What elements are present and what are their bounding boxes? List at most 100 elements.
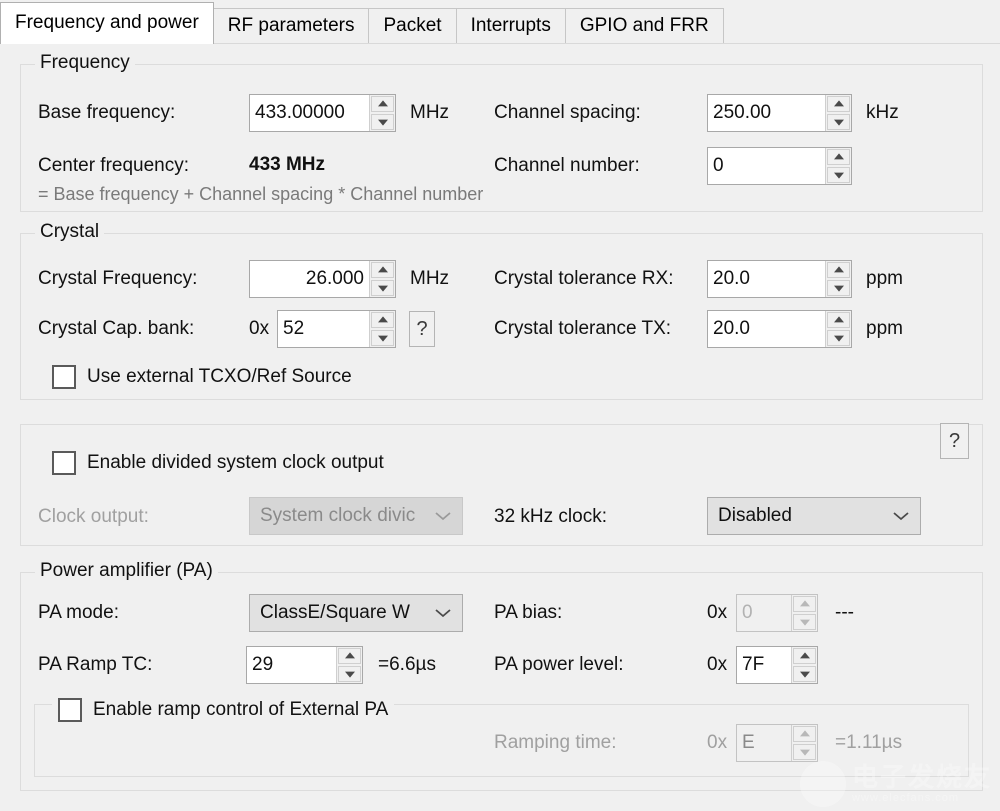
clock-output-select[interactable]: System clock divic [249,497,463,535]
tab-list: Frequency and power RF parameters Packet… [0,2,723,44]
enable-divided-clock-checkbox[interactable] [52,451,76,475]
channel-number-spin-buttons[interactable] [825,148,851,184]
crystal-tolerance-tx-label: Crystal tolerance TX: [494,319,671,339]
use-external-tcxo-checkbox-row[interactable]: Use external TCXO/Ref Source [52,365,352,389]
channel-number-spinner[interactable]: 0 [707,147,852,185]
crystal-tolerance-rx-input[interactable]: 20.0 [708,261,825,297]
tab-rf-parameters[interactable]: RF parameters [213,8,370,44]
use-external-tcxo-checkbox[interactable] [52,365,76,389]
question-mark-icon: ? [949,430,960,453]
enable-ramp-control-label: Enable ramp control of External PA [93,699,388,721]
spin-up-icon[interactable] [827,149,850,165]
spin-up-icon[interactable] [793,648,816,664]
tab-gpio-and-frr[interactable]: GPIO and FRR [565,8,724,44]
enable-ramp-control-checkbox-row[interactable]: Enable ramp control of External PA [52,698,394,722]
spin-down-icon[interactable] [338,666,361,682]
ramping-time-spinner[interactable]: E [736,724,818,762]
pa-ramp-tc-input[interactable]: 29 [247,647,336,683]
spin-up-icon[interactable] [793,726,816,742]
base-frequency-spinner[interactable]: 433.00000 [249,94,396,132]
crystal-frequency-spin-buttons[interactable] [369,261,395,297]
pa-power-level-spin-buttons[interactable] [791,647,817,683]
ramping-time-spin-buttons[interactable] [791,725,817,761]
base-frequency-unit: MHz [410,103,449,123]
channel-spacing-spin-buttons[interactable] [825,95,851,131]
spin-down-icon[interactable] [827,330,850,346]
crystal-tolerance-rx-spin-buttons[interactable] [825,261,851,297]
crystal-cap-bank-input[interactable]: 52 [278,311,369,347]
crystal-group-legend: Crystal [35,221,104,243]
chevron-down-icon [432,511,454,521]
enable-divided-clock-label: Enable divided system clock output [87,452,384,474]
clock-32khz-value: Disabled [718,505,890,527]
crystal-frequency-label: Crystal Frequency: [38,269,197,289]
spin-up-icon[interactable] [827,96,850,112]
channel-spacing-spinner[interactable]: 250.00 [707,94,852,132]
chevron-down-icon [890,511,912,521]
spin-down-icon[interactable] [371,280,394,296]
spin-up-icon[interactable] [338,648,361,664]
crystal-cap-bank-label: Crystal Cap. bank: [38,319,194,339]
clock-32khz-select[interactable]: Disabled [707,497,921,535]
pa-ramp-tc-label: PA Ramp TC: [38,655,152,675]
spin-down-icon[interactable] [793,614,816,630]
enable-ramp-control-checkbox[interactable] [58,698,82,722]
crystal-frequency-spinner[interactable]: 26.000 [249,260,396,298]
question-mark-icon: ? [416,318,427,341]
base-frequency-spin-buttons[interactable] [369,95,395,131]
pa-bias-spin-buttons[interactable] [791,595,817,631]
spin-up-icon[interactable] [827,312,850,328]
center-frequency-formula: = Base frequency + Channel spacing * Cha… [38,184,483,204]
spin-down-icon[interactable] [827,114,850,130]
tab-packet[interactable]: Packet [368,8,456,44]
pa-ramp-tc-spin-buttons[interactable] [336,647,362,683]
tab-frequency-and-power[interactable]: Frequency and power [0,2,214,44]
pa-bias-suffix: --- [835,603,854,623]
spin-up-icon[interactable] [371,312,394,328]
spin-up-icon[interactable] [371,262,394,278]
spin-up-icon[interactable] [371,96,394,112]
base-frequency-input[interactable]: 433.00000 [250,95,369,131]
crystal-cap-bank-prefix: 0x [249,319,269,339]
tab-label: Interrupts [471,15,551,36]
crystal-cap-bank-spin-buttons[interactable] [369,311,395,347]
spin-down-icon[interactable] [371,114,394,130]
spin-down-icon[interactable] [793,744,816,760]
pa-bias-prefix: 0x [707,603,727,623]
crystal-tolerance-tx-spin-buttons[interactable] [825,311,851,347]
crystal-tolerance-tx-spinner[interactable]: 20.0 [707,310,852,348]
chevron-down-icon [432,608,454,618]
pa-bias-spinner[interactable]: 0 [736,594,818,632]
crystal-cap-bank-spinner[interactable]: 52 [277,310,396,348]
pa-bias-label: PA bias: [494,603,562,623]
enable-divided-clock-checkbox-row[interactable]: Enable divided system clock output [52,451,384,475]
clock-help-button[interactable]: ? [940,423,969,459]
channel-spacing-input[interactable]: 250.00 [708,95,825,131]
spin-up-icon[interactable] [793,596,816,612]
pa-power-level-spinner[interactable]: 7F [736,646,818,684]
tab-interrupts[interactable]: Interrupts [456,8,566,44]
clock-output-value: System clock divic [260,505,432,527]
tab-label: RF parameters [228,15,355,36]
spin-down-icon[interactable] [827,280,850,296]
crystal-tolerance-rx-spinner[interactable]: 20.0 [707,260,852,298]
tab-label: Frequency and power [15,12,199,33]
spin-up-icon[interactable] [827,262,850,278]
crystal-frequency-input[interactable]: 26.000 [250,261,369,297]
spin-down-icon[interactable] [793,666,816,682]
pa-ramp-tc-spinner[interactable]: 29 [246,646,363,684]
pa-power-level-input[interactable]: 7F [737,647,791,683]
center-frequency-label: Center frequency: [38,156,189,176]
pa-power-level-prefix: 0x [707,655,727,675]
ramping-time-input[interactable]: E [737,725,791,761]
pa-mode-value: ClassE/Square W [260,602,432,624]
spin-down-icon[interactable] [827,167,850,183]
pa-power-level-label: PA power level: [494,655,624,675]
spin-down-icon[interactable] [371,330,394,346]
crystal-tolerance-tx-input[interactable]: 20.0 [708,311,825,347]
channel-number-input[interactable]: 0 [708,148,825,184]
ramping-time-label: Ramping time: [494,733,617,753]
crystal-cap-bank-help-button[interactable]: ? [409,311,435,347]
pa-mode-select[interactable]: ClassE/Square W [249,594,463,632]
pa-bias-input[interactable]: 0 [737,595,791,631]
